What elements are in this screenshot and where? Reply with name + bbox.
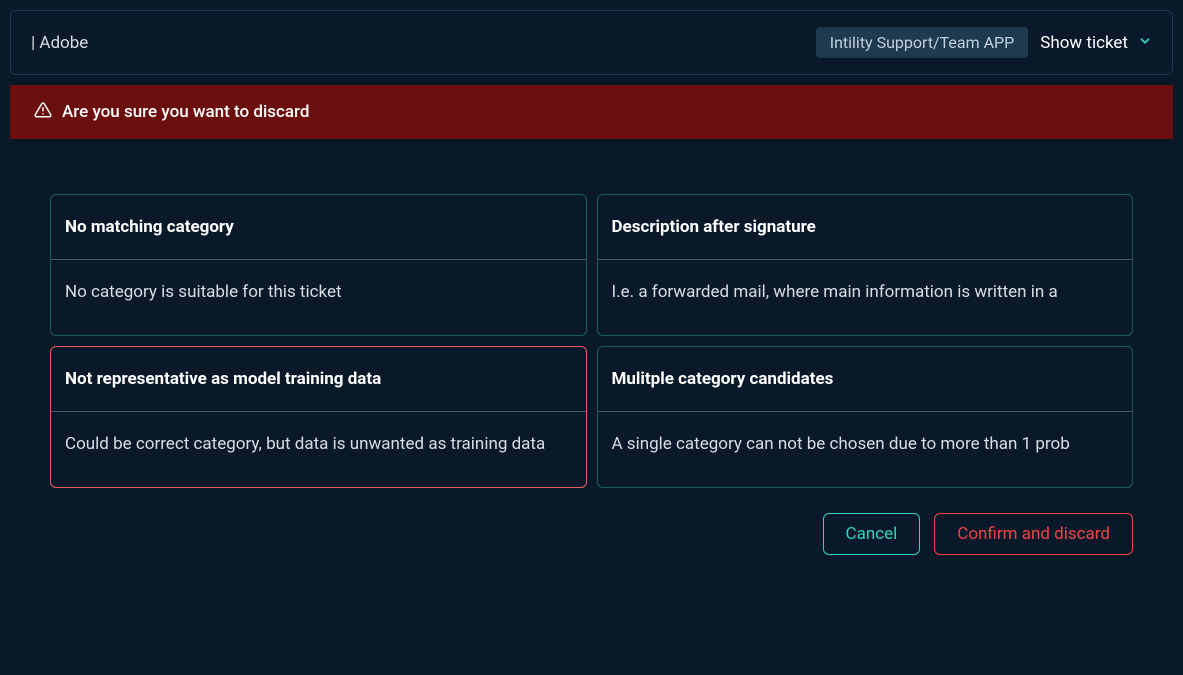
team-badge: Intility Support/Team APP xyxy=(816,27,1029,58)
show-ticket-label: Show ticket xyxy=(1040,33,1128,53)
card-body: A single category can not be chosen due … xyxy=(598,412,1133,487)
discard-reason-card-no-matching[interactable]: No matching category No category is suit… xyxy=(50,194,587,336)
card-title: Description after signature xyxy=(598,195,1133,260)
card-title: No matching category xyxy=(51,195,586,260)
confirm-discard-button[interactable]: Confirm and discard xyxy=(934,513,1133,555)
card-title: Not representative as model training dat… xyxy=(51,347,586,412)
cards-grid: No matching category No category is suit… xyxy=(0,184,1183,498)
card-body: No category is suitable for this ticket xyxy=(51,260,586,335)
card-title: Mulitple category candidates xyxy=(598,347,1133,412)
cancel-button[interactable]: Cancel xyxy=(823,513,921,555)
discard-reason-card-not-representative[interactable]: Not representative as model training dat… xyxy=(50,346,587,488)
chevron-down-icon xyxy=(1138,34,1152,52)
show-ticket-dropdown[interactable]: Show ticket xyxy=(1040,33,1152,53)
warning-banner: Are you sure you want to discard xyxy=(10,85,1173,139)
title-text: Adobe xyxy=(39,33,88,53)
header-right: Intility Support/Team APP Show ticket xyxy=(816,27,1152,58)
warning-text: Are you sure you want to discard xyxy=(62,102,310,122)
header-bar: | Adobe Intility Support/Team APP Show t… xyxy=(10,10,1173,75)
page-title: | Adobe xyxy=(31,33,88,53)
card-body: I.e. a forwarded mail, where main inform… xyxy=(598,260,1133,335)
discard-reason-card-multiple-candidates[interactable]: Mulitple category candidates A single ca… xyxy=(597,346,1134,488)
card-body: Could be correct category, but data is u… xyxy=(51,412,586,487)
discard-reason-card-description-after-signature[interactable]: Description after signature I.e. a forwa… xyxy=(597,194,1134,336)
warning-icon xyxy=(34,101,52,123)
actions-bar: Cancel Confirm and discard xyxy=(0,503,1183,565)
